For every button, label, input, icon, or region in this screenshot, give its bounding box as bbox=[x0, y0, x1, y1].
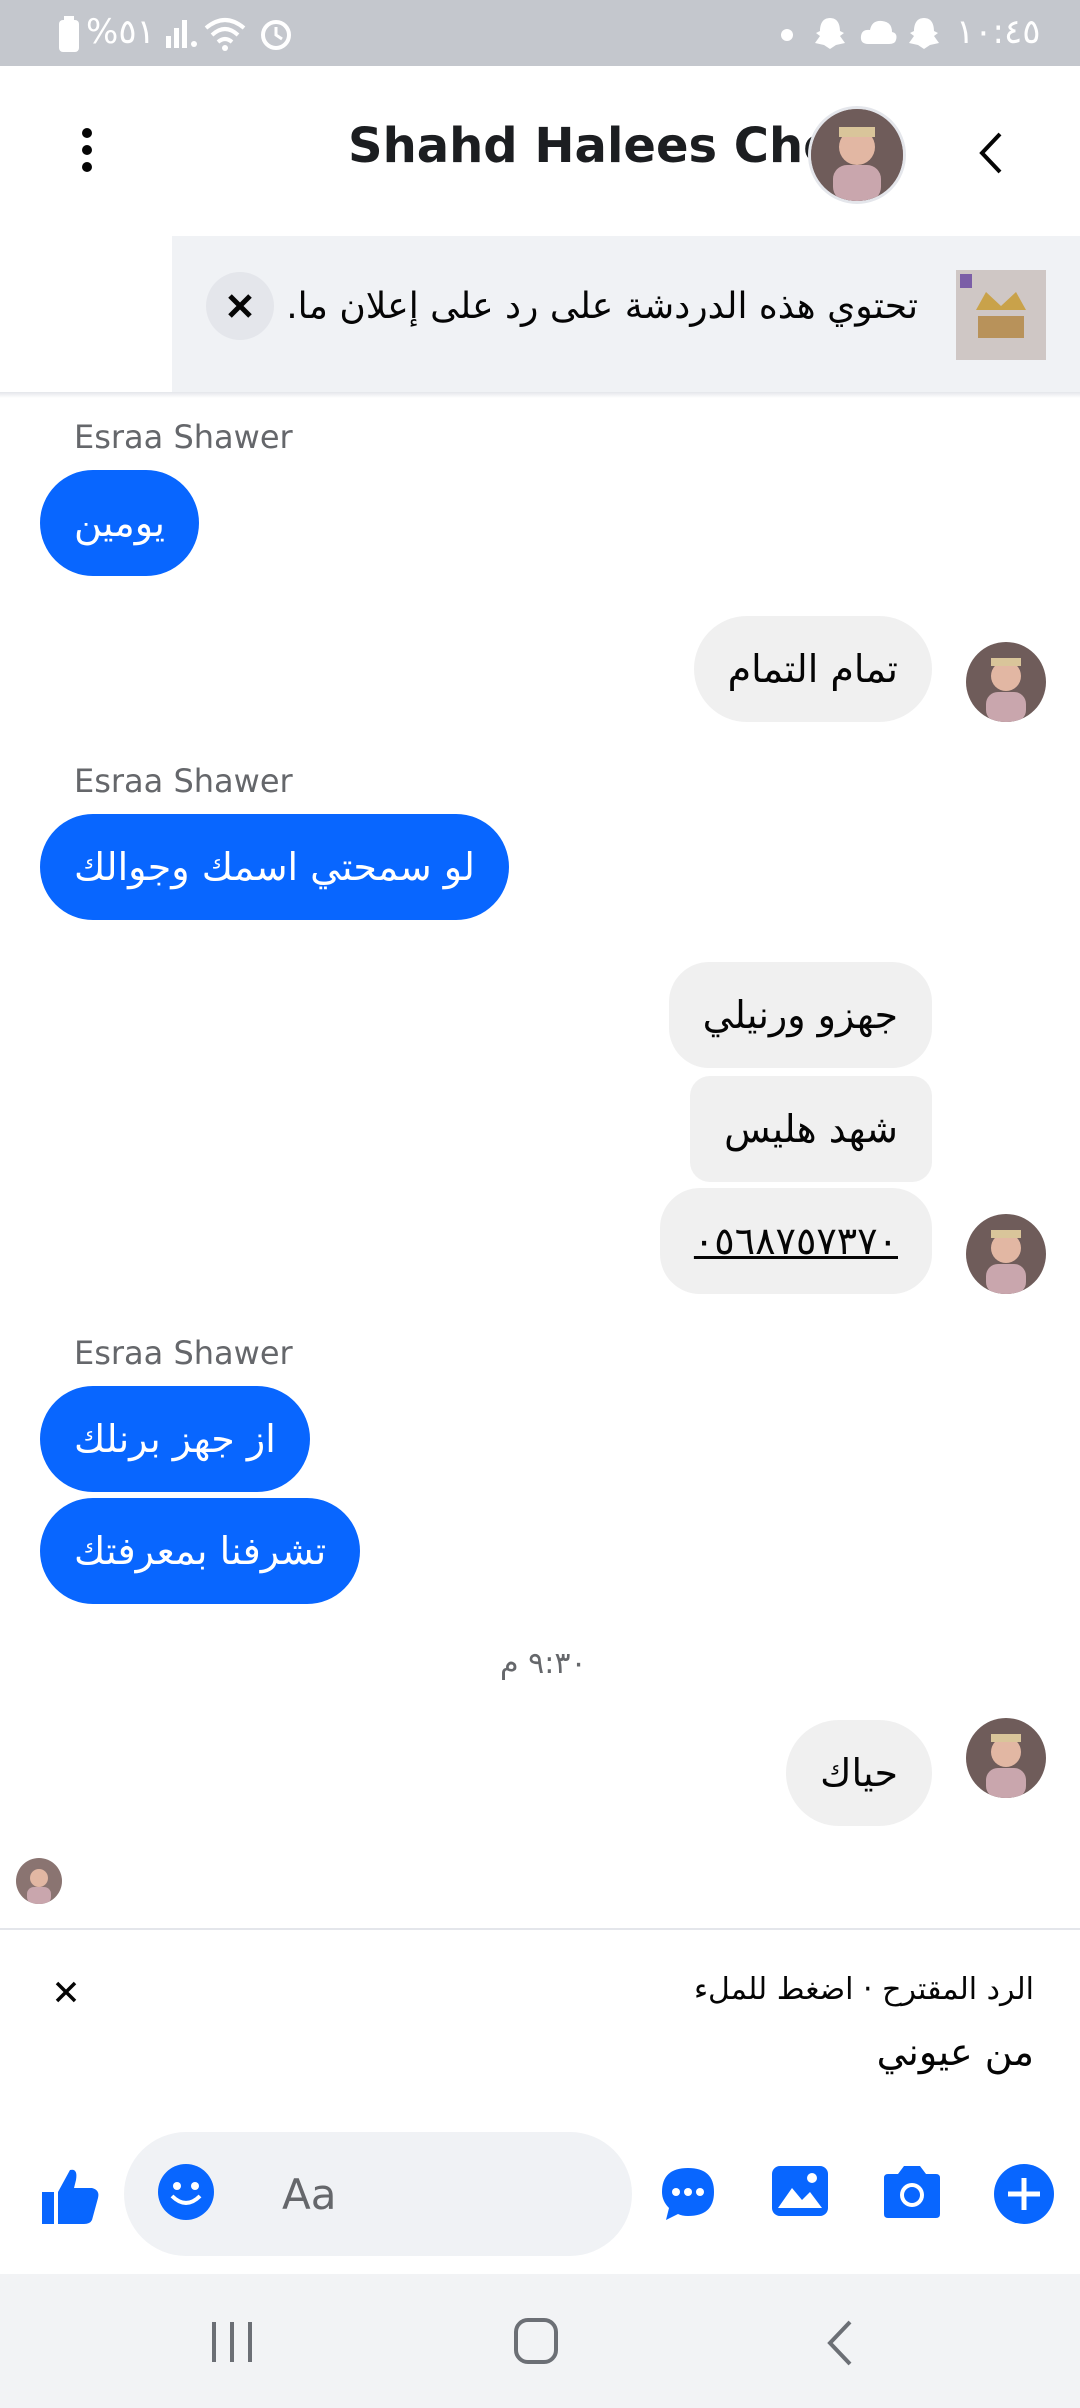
sender-name: Esraa Shawer bbox=[74, 762, 293, 800]
emoji-icon[interactable] bbox=[156, 2162, 216, 2222]
suggested-reply-panel: الرد المقترح · اضغط للملء من عيوني bbox=[0, 1928, 1080, 2120]
phone-number-link[interactable]: ٠٥٦٨٧٥٧٣٧٠ bbox=[659, 1188, 932, 1294]
message-bubble-outgoing[interactable]: تشرفنا بمعرفتك bbox=[40, 1498, 361, 1604]
sender-name: Esraa Shawer bbox=[74, 1334, 293, 1372]
contact-avatar-small bbox=[966, 1214, 1046, 1294]
message-input-placeholder[interactable]: Aa bbox=[282, 2170, 336, 2219]
close-suggestion-icon[interactable] bbox=[52, 1978, 80, 2006]
snapchat-icon-2 bbox=[909, 18, 939, 49]
status-bar: %٥١ ١٠:٤٥ bbox=[0, 0, 1080, 66]
contact-avatar-small bbox=[966, 642, 1046, 722]
message-bubble-outgoing[interactable]: لو سمحتي اسمك وجوالك bbox=[40, 814, 509, 920]
notification-dot-icon bbox=[781, 29, 793, 41]
recent-apps-icon[interactable] bbox=[208, 2318, 258, 2366]
nav-back-icon[interactable] bbox=[822, 2318, 856, 2368]
more-options-icon[interactable] bbox=[72, 126, 102, 176]
quick-reply-icon[interactable] bbox=[658, 2164, 718, 2224]
camera-icon[interactable] bbox=[880, 2162, 944, 2222]
snapchat-icon bbox=[815, 18, 845, 49]
chat-title[interactable]: Shahd Halees Chef bbox=[348, 118, 857, 174]
cloud-icon bbox=[860, 20, 897, 44]
alarm-icon bbox=[261, 20, 291, 50]
gallery-icon[interactable] bbox=[770, 2164, 830, 2220]
message-bubble-incoming[interactable]: حياك bbox=[786, 1720, 932, 1826]
message-bubble-incoming[interactable]: شهد هليس bbox=[690, 1076, 932, 1182]
banner-text: تحتوي هذه الدردشة على رد على إعلان ما. bbox=[286, 286, 918, 327]
avatar-photo-icon bbox=[966, 642, 1046, 722]
ad-image-icon bbox=[956, 270, 1046, 360]
sender-name: Esraa Shawer bbox=[74, 418, 293, 456]
divider bbox=[0, 392, 1080, 398]
like-icon[interactable] bbox=[36, 2162, 102, 2228]
contact-avatar[interactable] bbox=[808, 106, 906, 204]
composer: Aa bbox=[0, 2118, 1080, 2274]
message-bubble-incoming[interactable]: جهزو ورنيلي bbox=[668, 962, 932, 1068]
avatar-photo-icon bbox=[16, 1858, 62, 1904]
read-receipt-avatar bbox=[16, 1858, 62, 1904]
avatar-photo-icon bbox=[811, 109, 903, 201]
dismiss-banner-button[interactable] bbox=[206, 272, 274, 340]
ad-banner: تحتوي هذه الدردشة على رد على إعلان ما. bbox=[172, 236, 1080, 392]
battery-percentage: %٥١ bbox=[86, 12, 155, 52]
battery-icon bbox=[59, 16, 79, 52]
avatar-photo-icon bbox=[966, 1718, 1046, 1798]
system-nav-bar bbox=[0, 2274, 1080, 2408]
message-bubble-outgoing[interactable]: يومين bbox=[40, 470, 199, 576]
back-icon[interactable] bbox=[976, 130, 1006, 176]
close-icon bbox=[228, 294, 252, 318]
contact-avatar-small bbox=[966, 1718, 1046, 1798]
wifi-icon bbox=[204, 18, 246, 51]
message-timestamp: ٩:٣٠ م bbox=[500, 1646, 587, 1681]
avatar-photo-icon bbox=[966, 1214, 1046, 1294]
home-icon[interactable] bbox=[512, 2316, 560, 2366]
message-bubble-outgoing[interactable]: از جهز برنلك bbox=[40, 1386, 310, 1492]
plus-icon[interactable] bbox=[992, 2162, 1056, 2226]
ad-thumbnail[interactable] bbox=[956, 270, 1046, 360]
suggested-reply[interactable]: من عيوني bbox=[877, 2030, 1034, 2074]
clock: ١٠:٤٥ bbox=[956, 12, 1041, 52]
chat-header: Shahd Halees Chef bbox=[0, 66, 1080, 236]
message-bubble-incoming[interactable]: تمام التمام bbox=[693, 616, 932, 722]
signal-icon bbox=[166, 20, 197, 48]
suggestion-label: الرد المقترح · اضغط للملء bbox=[693, 1972, 1034, 2007]
